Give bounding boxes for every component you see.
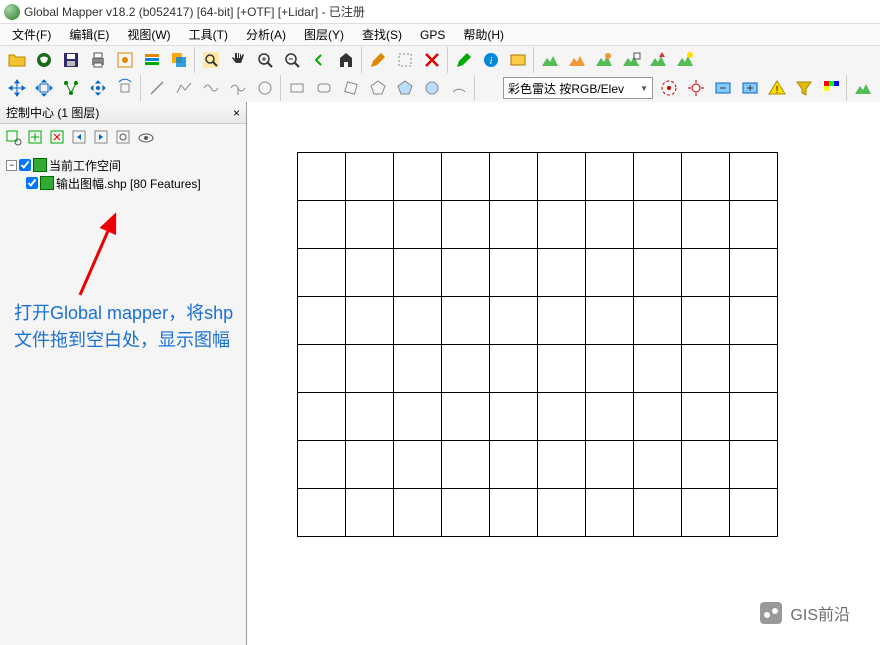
- map-viewport[interactable]: GIS前沿: [247, 102, 880, 645]
- shader-green-button[interactable]: [537, 47, 563, 73]
- menu-analysis[interactable]: 分析(A): [238, 24, 294, 45]
- fill-poly-button[interactable]: [392, 75, 418, 101]
- tree-collapse-icon[interactable]: −: [6, 160, 17, 171]
- shader-orange-button[interactable]: [564, 47, 590, 73]
- split-button[interactable]: [58, 75, 84, 101]
- menubar: 文件(F) 编辑(E) 视图(W) 工具(T) 分析(A) 图层(Y) 查找(S…: [0, 24, 880, 46]
- menu-edit[interactable]: 编辑(E): [61, 24, 117, 45]
- warning-button[interactable]: !: [764, 75, 790, 101]
- shapefile-icon: [40, 176, 54, 190]
- svg-text:!: !: [776, 85, 779, 96]
- tree-layer-label: 输出图幅.shp [80 Features]: [56, 175, 201, 192]
- menu-find[interactable]: 查找(S): [354, 24, 410, 45]
- add-layer-button[interactable]: [26, 128, 46, 148]
- hsv-button[interactable]: [656, 75, 682, 101]
- tree-layer-checkbox[interactable]: [26, 177, 38, 189]
- toolbar-row-1: i: [0, 46, 880, 74]
- watermark: GIS前沿: [760, 601, 850, 625]
- toolbar-row-2: 彩色雷达 按RGB/Elev ▼ !: [0, 74, 880, 102]
- menu-tools[interactable]: 工具(T): [181, 24, 236, 45]
- overlay-control-button[interactable]: [166, 47, 192, 73]
- menu-view[interactable]: 视图(W): [119, 24, 178, 45]
- tree-root-row[interactable]: − 当前工作空间: [6, 156, 240, 174]
- control-center-button[interactable]: [139, 47, 165, 73]
- shader-dropdown[interactable]: 彩色雷达 按RGB/Elev ▼: [503, 77, 653, 99]
- circle-tool-button[interactable]: [252, 75, 278, 101]
- zoom-layer-button[interactable]: [114, 128, 134, 148]
- rotate-button[interactable]: [112, 75, 138, 101]
- dropdown-arrow-icon: ▼: [640, 84, 648, 93]
- remove-layer-button[interactable]: [48, 128, 68, 148]
- move-button[interactable]: [4, 75, 30, 101]
- zoom-in-button[interactable]: [252, 47, 278, 73]
- freehand-button[interactable]: [198, 75, 224, 101]
- polygon-button[interactable]: [365, 75, 391, 101]
- filter-button[interactable]: [791, 75, 817, 101]
- line-tool-button[interactable]: [144, 75, 170, 101]
- layer-tree: − 当前工作空间 输出图幅.shp [80 Features]: [0, 152, 246, 196]
- tree-root-label: 当前工作空间: [49, 157, 121, 174]
- layer-plus-button[interactable]: [737, 75, 763, 101]
- nav-prev-button[interactable]: [70, 128, 90, 148]
- window-title: Global Mapper v18.2 (b052417) [64-bit] […: [24, 3, 365, 20]
- open-file-button[interactable]: [4, 47, 30, 73]
- svg-text:i: i: [489, 55, 492, 67]
- visibility-button[interactable]: [136, 128, 156, 148]
- tree-root-checkbox[interactable]: [19, 159, 31, 171]
- workspace-icon: [33, 158, 47, 172]
- expand-tree-button[interactable]: [4, 128, 24, 148]
- shader-profile-button[interactable]: [850, 75, 876, 101]
- feature-grid: [297, 152, 778, 537]
- feature-info-button[interactable]: [451, 47, 477, 73]
- wechat-icon: [760, 602, 782, 624]
- menu-help[interactable]: 帮助(H): [455, 24, 512, 45]
- shader-up-button[interactable]: [645, 47, 671, 73]
- back-button[interactable]: [306, 47, 332, 73]
- watermark-text: GIS前沿: [790, 601, 850, 625]
- color-picker-button[interactable]: [818, 75, 844, 101]
- shader-sun-button[interactable]: [672, 47, 698, 73]
- shader-3d-button[interactable]: [591, 47, 617, 73]
- print-button[interactable]: [85, 47, 111, 73]
- digitizer-button[interactable]: [365, 47, 391, 73]
- select-button[interactable]: [392, 47, 418, 73]
- zoom-tool-button[interactable]: [198, 47, 224, 73]
- round-rect-button[interactable]: [311, 75, 337, 101]
- move-box-button[interactable]: [31, 75, 57, 101]
- control-center-panel: 控制中心 (1 图层) × − 当前工作空间 输出图幅.shp [80: [0, 102, 247, 645]
- nav-next-button[interactable]: [92, 128, 112, 148]
- full-extent-button[interactable]: [333, 47, 359, 73]
- arrow-annotation: [70, 210, 130, 300]
- zoom-out-button[interactable]: [279, 47, 305, 73]
- fill-circle-button[interactable]: [419, 75, 445, 101]
- delete-button[interactable]: [419, 47, 445, 73]
- polyline-button[interactable]: [171, 75, 197, 101]
- instruction-text: 打开Global mapper，将shp文件拖到空白处，显示图幅: [14, 300, 234, 354]
- control-center-header: 控制中心 (1 图层) ×: [0, 102, 246, 124]
- pan-tool-button[interactable]: [225, 47, 251, 73]
- config-button[interactable]: [112, 47, 138, 73]
- control-center-title: 控制中心 (1 图层): [6, 104, 99, 121]
- control-center-toolbar: [0, 124, 246, 152]
- menu-gps[interactable]: GPS: [412, 26, 453, 44]
- panel-close-button[interactable]: ×: [233, 106, 240, 120]
- save-button[interactable]: [58, 47, 84, 73]
- shader-dropdown-value: 彩色雷达 按RGB/Elev: [508, 80, 624, 97]
- orient-rect-button[interactable]: [338, 75, 364, 101]
- info-button[interactable]: i: [478, 47, 504, 73]
- layer-min-button[interactable]: [710, 75, 736, 101]
- rect-draw-button[interactable]: [284, 75, 310, 101]
- trace-button[interactable]: [225, 75, 251, 101]
- arc-button[interactable]: [446, 75, 472, 101]
- titlebar: Global Mapper v18.2 (b052417) [64-bit] […: [0, 0, 880, 24]
- node-move-button[interactable]: [85, 75, 111, 101]
- shader-grid-button[interactable]: [618, 47, 644, 73]
- menu-layers[interactable]: 图层(Y): [296, 24, 352, 45]
- menu-file[interactable]: 文件(F): [4, 24, 59, 45]
- settings-button[interactable]: [683, 75, 709, 101]
- app-icon: [4, 4, 20, 20]
- download-online-button[interactable]: [31, 47, 57, 73]
- tree-layer-row[interactable]: 输出图幅.shp [80 Features]: [6, 174, 240, 192]
- rect-button[interactable]: [505, 47, 531, 73]
